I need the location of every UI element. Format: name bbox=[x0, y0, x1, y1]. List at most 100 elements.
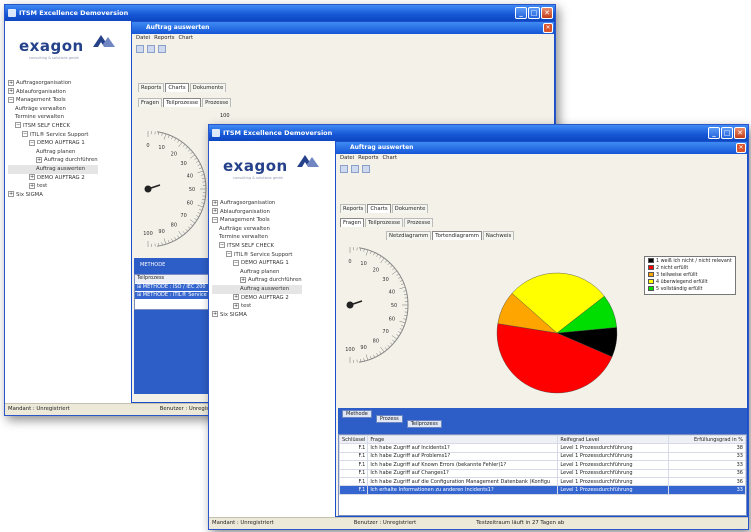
table-row[interactable]: F.1 Ich habe Zugriff auf Incidents1? Level… bbox=[338, 443, 747, 453]
filter-methode[interactable]: Methode bbox=[342, 410, 372, 418]
results-grid[interactable]: Teilprozess ⊞ METHODE : ISO / IEC 200 ⊞ M… bbox=[134, 274, 210, 310]
close-icon[interactable]: ✕ bbox=[541, 7, 553, 19]
tree-item[interactable]: + DEMO AUFTRAG 2 bbox=[8, 174, 98, 183]
expand-toggle-icon[interactable]: − bbox=[212, 216, 218, 223]
table-row[interactable]: F.1 Ich habe Zugriff auf Known Errors (be… bbox=[338, 460, 747, 470]
tree-item[interactable]: Auftrag auswerten bbox=[212, 284, 302, 294]
expand-toggle-icon[interactable]: + bbox=[233, 294, 239, 301]
tree-item[interactable]: Termine verwalten bbox=[212, 233, 302, 242]
table-row[interactable]: F.1 Ich erhalte Informationen zu anderen … bbox=[338, 485, 747, 495]
tab[interactable]: Prozesse bbox=[202, 98, 232, 107]
tree-item[interactable]: + Auftrag durchführen bbox=[8, 156, 98, 165]
minimize-icon[interactable]: _ bbox=[708, 127, 720, 139]
menu-item[interactable]: Datei bbox=[340, 155, 354, 161]
tree-item[interactable]: − ITIL® Service Support bbox=[8, 131, 98, 140]
filter-teilprozess[interactable]: Teilprozess bbox=[406, 420, 442, 428]
tree-item[interactable]: + Six SIGMA bbox=[212, 311, 302, 320]
tab[interactable]: Teilprozesse bbox=[365, 218, 404, 227]
column-header[interactable]: Reifegrad Level bbox=[557, 434, 669, 445]
menu-item[interactable]: Reports bbox=[154, 35, 174, 41]
tab[interactable]: Fragen bbox=[138, 98, 163, 107]
print-icon[interactable] bbox=[158, 45, 166, 53]
column-header[interactable]: Frage bbox=[367, 434, 559, 445]
tree-item[interactable]: Aufträge verwalten bbox=[8, 105, 98, 114]
help-icon[interactable] bbox=[147, 45, 155, 53]
expand-toggle-icon[interactable]: + bbox=[212, 199, 218, 206]
tab[interactable]: Charts bbox=[165, 83, 189, 92]
tree-item[interactable]: + test bbox=[212, 302, 302, 311]
tab[interactable]: Netzdiagramm bbox=[386, 231, 432, 240]
tree-item[interactable]: + Six SIGMA bbox=[8, 191, 98, 200]
tree-item[interactable]: + Auftragsorganisation bbox=[212, 199, 302, 208]
expand-toggle-icon[interactable]: − bbox=[15, 122, 21, 129]
menu-item[interactable]: Reports bbox=[358, 155, 378, 161]
filter-prozess[interactable]: Prozess bbox=[375, 415, 403, 423]
maximize-icon[interactable]: □ bbox=[528, 7, 540, 19]
tree-item[interactable]: − Management Tools bbox=[8, 96, 98, 105]
tree-item[interactable]: + Auftragsorganisation bbox=[8, 79, 98, 88]
column-header[interactable]: Schlüssel bbox=[338, 434, 369, 445]
menu-item[interactable]: Chart bbox=[382, 155, 397, 161]
expand-toggle-icon[interactable]: + bbox=[212, 208, 218, 215]
tree-item[interactable]: + test bbox=[8, 182, 98, 191]
expand-toggle-icon[interactable]: + bbox=[8, 79, 14, 86]
tab[interactable]: Charts bbox=[367, 204, 391, 213]
close-icon[interactable]: ✕ bbox=[543, 23, 553, 33]
tree-item[interactable]: − ITIL® Service Support bbox=[212, 251, 302, 260]
tab[interactable]: Fragen bbox=[340, 218, 365, 227]
expand-toggle-icon[interactable]: + bbox=[212, 311, 218, 318]
help-icon[interactable] bbox=[351, 165, 359, 173]
menu-item[interactable]: Datei bbox=[136, 35, 150, 41]
save-icon[interactable] bbox=[136, 45, 144, 53]
tree-item[interactable]: Termine verwalten bbox=[8, 113, 98, 122]
expand-toggle-icon[interactable]: + bbox=[240, 276, 246, 283]
expand-toggle-icon[interactable]: + bbox=[29, 182, 35, 189]
tree-item[interactable]: − DEMO AUFTRAG 1 bbox=[8, 139, 98, 148]
tree-item[interactable]: Auftrag planen bbox=[8, 148, 98, 157]
expand-toggle-icon[interactable]: + bbox=[29, 174, 35, 181]
tree-item[interactable]: Auftrag planen bbox=[212, 268, 302, 277]
tree-item[interactable]: + Ablauforganisation bbox=[8, 88, 98, 97]
tree-item[interactable]: + Auftrag durchführen bbox=[212, 276, 302, 285]
close-icon[interactable]: ✕ bbox=[734, 127, 746, 139]
tab[interactable]: Dokumente bbox=[189, 83, 227, 92]
close-icon[interactable]: ✕ bbox=[736, 143, 746, 153]
tree-item[interactable]: + Ablauforganisation bbox=[212, 208, 302, 217]
maximize-icon[interactable]: □ bbox=[721, 127, 733, 139]
tab[interactable]: Teilprozesse bbox=[163, 98, 202, 107]
tree-item[interactable]: Auftrag auswerten bbox=[8, 164, 98, 174]
minimize-icon[interactable]: _ bbox=[515, 7, 527, 19]
tree-item[interactable]: Aufträge verwalten bbox=[212, 225, 302, 234]
tab[interactable]: Tortendiagramm bbox=[432, 231, 482, 240]
tab[interactable]: Dokumente bbox=[391, 204, 429, 213]
expand-toggle-icon[interactable]: − bbox=[8, 96, 14, 103]
results-grid[interactable]: Schlüssel Frage Reifegrad Level Erfüllungsg… bbox=[338, 434, 747, 516]
menu-item[interactable]: Chart bbox=[178, 35, 193, 41]
table-row[interactable]: ⊞ METHODE : ISO / IEC 200 bbox=[135, 283, 209, 291]
tab[interactable]: Reports bbox=[138, 83, 165, 92]
print-icon[interactable] bbox=[362, 165, 370, 173]
expand-toggle-icon[interactable]: + bbox=[36, 156, 42, 163]
expand-toggle-icon[interactable]: + bbox=[8, 191, 14, 198]
tree-item[interactable]: − ITSM SELF CHECK bbox=[212, 242, 302, 251]
expand-toggle-icon[interactable]: − bbox=[219, 242, 225, 249]
expand-toggle-icon[interactable]: + bbox=[233, 302, 239, 309]
tab[interactable]: Reports bbox=[340, 204, 367, 213]
expand-toggle-icon[interactable]: − bbox=[226, 251, 232, 258]
table-row[interactable]: F.1 Ich habe Zugriff auf die Configuratio… bbox=[338, 476, 747, 487]
expand-toggle-icon[interactable]: − bbox=[233, 259, 239, 266]
tree-item[interactable]: + DEMO AUFTRAG 2 bbox=[212, 294, 302, 303]
expand-toggle-icon[interactable]: − bbox=[29, 139, 35, 146]
column-header[interactable]: Erfüllungsgrad in % bbox=[667, 434, 747, 445]
tree-item[interactable]: − ITSM SELF CHECK bbox=[8, 122, 98, 131]
table-row[interactable]: F.1 Ich habe Zugriff auf Changes1? Level 1… bbox=[338, 468, 747, 478]
table-row[interactable]: ⊞ METHODE : ITIL® Service bbox=[135, 291, 209, 299]
expand-toggle-icon[interactable]: + bbox=[8, 88, 14, 95]
table-row[interactable]: F.1 Ich habe Zugriff auf Problems1? Level … bbox=[338, 451, 747, 462]
expand-toggle-icon[interactable]: − bbox=[22, 131, 28, 138]
tree-item[interactable]: − Management Tools bbox=[212, 216, 302, 225]
tree-item[interactable]: − DEMO AUFTRAG 1 bbox=[212, 259, 302, 268]
tab[interactable]: Prozesse bbox=[404, 218, 434, 227]
tab[interactable]: Nachweis bbox=[482, 231, 515, 240]
save-icon[interactable] bbox=[340, 165, 348, 173]
